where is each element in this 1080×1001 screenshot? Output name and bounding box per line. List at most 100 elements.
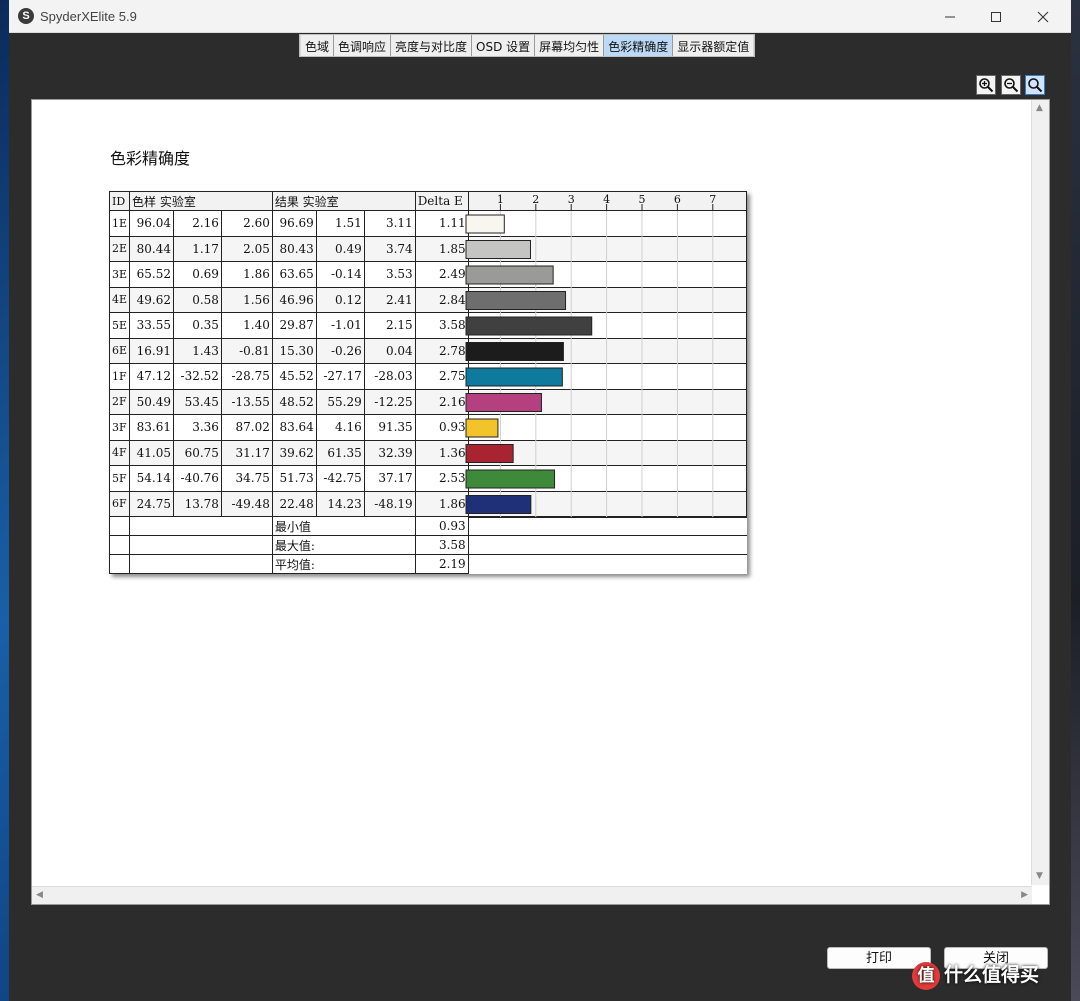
bar	[465, 393, 542, 412]
bar	[465, 240, 531, 259]
result-lab-value: 22.48	[271, 490, 317, 517]
delta-e-value: 3.58	[414, 312, 469, 339]
tick-label: 5	[639, 193, 646, 206]
report-tabs: 色域 色调响应 亮度与对比度 OSD 设置 屏幕均匀性 色彩精确度 显示器额定值	[299, 34, 756, 57]
zoom-in-icon	[979, 78, 994, 93]
horizontal-scrollbar[interactable]: ◀ ▶	[32, 886, 1032, 904]
sample-lab-value: 33.55	[129, 312, 174, 339]
row-id: 1E	[108, 210, 131, 237]
scroll-right-icon[interactable]: ▶	[1021, 891, 1028, 900]
zoom-in-button[interactable]	[976, 75, 996, 95]
row-id: 5F	[108, 465, 131, 492]
col-header-id: ID	[108, 191, 131, 211]
scroll-down-icon[interactable]: ▼	[1036, 872, 1043, 881]
sample-lab-value: 80.44	[129, 235, 174, 262]
summary-blank	[129, 554, 273, 574]
sample-lab-value: 31.17	[220, 439, 273, 466]
row-id: 2F	[108, 388, 131, 415]
zoom-fit-button[interactable]	[1025, 75, 1045, 95]
result-lab-value: 2.41	[363, 286, 416, 313]
sample-lab-value: 41.05	[129, 439, 174, 466]
delta-e-value: 2.78	[414, 337, 469, 364]
delta-e-value: 1.86	[414, 490, 469, 517]
row-id: 4E	[108, 286, 131, 313]
sample-lab-value: 0.35	[172, 312, 222, 339]
sample-lab-value: 65.52	[129, 261, 174, 288]
bar	[465, 316, 593, 336]
bar	[465, 342, 564, 361]
tick-label: 7	[709, 193, 716, 206]
summary-chart-blank	[467, 535, 747, 555]
result-lab-value: -27.17	[315, 363, 365, 390]
sample-lab-value: 2.60	[220, 210, 273, 237]
summary-value: 0.93	[414, 516, 469, 536]
result-lab-value: 37.17	[363, 465, 416, 492]
sample-lab-value: 83.61	[129, 414, 174, 441]
result-lab-value: -1.01	[315, 312, 365, 339]
col-header-result: 结果 实验室	[271, 191, 416, 211]
summary-label: 平均值:	[271, 554, 416, 574]
color-accuracy-report: ID 色样 实验室 结果 实验室 Delta E 1E 96.04 2.16 2.60…	[108, 191, 748, 574]
sample-lab-value: 13.78	[172, 490, 222, 517]
sample-lab-value: 60.75	[172, 439, 222, 466]
result-lab-value: 45.52	[271, 363, 317, 390]
tab-4[interactable]: 屏幕均匀性	[535, 35, 605, 56]
sample-lab-value: -0.81	[220, 337, 273, 364]
result-lab-value: -0.14	[315, 261, 365, 288]
watermark-text: 什么值得买	[944, 964, 1040, 986]
row-id: 3F	[108, 414, 131, 441]
sample-lab-value: 0.58	[172, 286, 222, 313]
summary-label: 最小值	[271, 516, 416, 536]
bar	[465, 418, 499, 438]
delta-e-value: 2.75	[414, 363, 469, 390]
row-id: 6F	[108, 490, 131, 517]
result-lab-value: 3.11	[363, 210, 416, 237]
result-lab-value: 96.69	[271, 210, 317, 237]
tab-0[interactable]: 色域	[301, 35, 335, 56]
bar	[465, 495, 532, 514]
result-lab-value: 32.39	[363, 439, 416, 466]
summary-blank	[108, 516, 131, 536]
title-bar: S SpyderXElite 5.9	[9, 0, 1071, 33]
tick-label: 4	[603, 193, 610, 206]
delta-e-value: 2.84	[414, 286, 469, 313]
tab-6[interactable]: 显示器额定值	[673, 35, 754, 56]
summary-value: 3.58	[414, 535, 469, 555]
close-window-button[interactable]	[1020, 0, 1066, 33]
maximize-icon	[991, 11, 1001, 22]
maximize-button[interactable]	[973, 0, 1019, 33]
tab-1[interactable]: 色调响应	[334, 35, 392, 56]
minimize-button[interactable]	[927, 0, 973, 33]
summary-blank	[129, 535, 273, 555]
sample-lab-value: 49.62	[129, 286, 174, 313]
sample-lab-value: 1.40	[220, 312, 273, 339]
sample-lab-value: 54.14	[129, 465, 174, 492]
vertical-scrollbar[interactable]: ▲ ▼	[1031, 100, 1049, 885]
summary-row: 最小值 0.93	[108, 515, 747, 536]
app-window: S SpyderXElite 5.9 色域 色调响应 亮度与对比度 OSD 设置 屏幕均…	[9, 0, 1071, 1001]
sample-lab-value: 47.12	[129, 363, 174, 390]
result-lab-value: 0.49	[315, 235, 365, 262]
report-title: 色彩精确度	[110, 149, 191, 168]
sample-lab-value: -49.48	[220, 490, 273, 517]
result-lab-value: 0.12	[315, 286, 365, 313]
result-lab-value: -12.25	[363, 388, 416, 415]
tab-2[interactable]: 亮度与对比度	[391, 35, 473, 56]
scroll-left-icon[interactable]: ◀	[36, 891, 43, 900]
sample-lab-value: 2.05	[220, 235, 273, 262]
row-id: 5E	[108, 312, 131, 339]
sample-lab-value: -28.75	[220, 363, 273, 390]
result-lab-value: 91.35	[363, 414, 416, 441]
tab-5[interactable]: 色彩精确度	[604, 35, 674, 56]
row-id: 1F	[108, 363, 131, 390]
result-lab-value: 63.65	[271, 261, 317, 288]
scroll-up-icon[interactable]: ▲	[1036, 104, 1043, 113]
delta-e-value: 1.36	[414, 439, 469, 466]
sample-lab-value: -13.55	[220, 388, 273, 415]
zoom-out-button[interactable]	[1001, 75, 1021, 95]
row-id: 4F	[108, 439, 131, 466]
toolbar-area	[9, 59, 1071, 99]
summary-row: 平均值: 2.19	[108, 554, 747, 574]
bar	[465, 469, 556, 489]
tab-3[interactable]: OSD 设置	[472, 35, 536, 56]
